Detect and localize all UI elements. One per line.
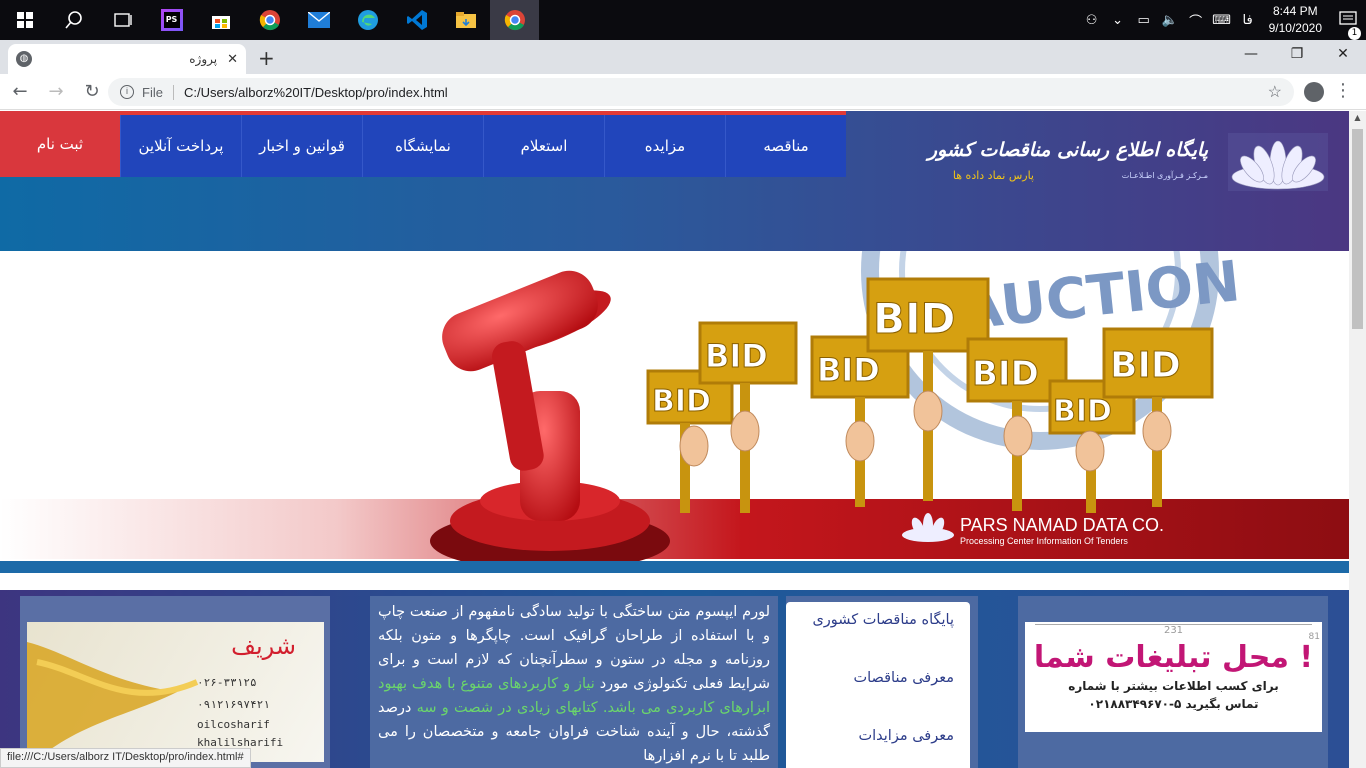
brand-title: پایگاه اطلاع رسانی مناقصات کشور: [927, 139, 1208, 161]
ad-card-right[interactable]: 231 81 محل تبلیغات شما ! برای کسب اطلاعا…: [1018, 596, 1328, 768]
tab-project[interactable]: ◍ پروژه ✕: [8, 44, 246, 74]
phpstorm-icon[interactable]: PS: [147, 0, 196, 40]
ad-space-banner[interactable]: 231 81 محل تبلیغات شما ! برای کسب اطلاعا…: [1025, 622, 1322, 732]
url-text: C:/Users/alborz%20IT/Desktop/pro/index.h…: [183, 84, 448, 100]
oil-ad[interactable]: شریف ۰۲۶-۳۳۱۲۵ ۰۹۱۲۱۶۹۷۴۲۱ oilcosharif k…: [27, 622, 324, 762]
bid-sign-2: BID: [705, 337, 768, 375]
site-brand[interactable]: پایگاه اطلاع رسانی مناقصات کشور مـرکـز ف…: [927, 133, 1330, 193]
keyboard-icon[interactable]: ⌨: [1210, 13, 1234, 28]
site-header: ثبت نام پرداخت آنلاین قوانین و اخبار نما…: [0, 111, 1349, 251]
scrollbar-thumb[interactable]: [1352, 129, 1363, 329]
notifications-icon[interactable]: 1: [1330, 10, 1366, 40]
nav-auction[interactable]: مزایده: [604, 115, 725, 177]
file-explorer-icon[interactable]: [441, 0, 490, 40]
ad-info-line: برای کسب اطلاعات بیشتر با شماره: [1068, 679, 1279, 693]
windows-taskbar: PS ⚇ ⌄ ▭ 🔈 ⌒ ⌨ فا 8:44 PM 9/10/2020 1: [0, 0, 1366, 40]
tab-title: پروژه: [189, 52, 218, 66]
edge-icon[interactable]: [343, 0, 392, 40]
ad-card-left[interactable]: شریف ۰۲۶-۳۳۱۲۵ ۰۹۱۲۱۶۹۷۴۲۱ oilcosharif k…: [20, 596, 330, 768]
bid-sign-4: BID: [873, 294, 956, 343]
ad-phone-2: ۰۹۱۲۱۶۹۷۴۲۱: [197, 698, 270, 711]
restore-button[interactable]: ❐: [1274, 40, 1320, 70]
chrome-active-icon[interactable]: [490, 0, 539, 40]
ad-brand-name: شریف: [231, 632, 296, 660]
company-caption: PARS NAMAD DATA CO. Processing Center In…: [960, 515, 1164, 546]
nav-online-payment[interactable]: پرداخت آنلاین: [120, 115, 241, 177]
profile-avatar[interactable]: [1304, 82, 1324, 102]
chrome-icon[interactable]: [245, 0, 294, 40]
ad-headline: محل تبلیغات شما !: [1033, 640, 1314, 675]
system-tray: ⚇ ⌄ ▭ 🔈 ⌒ ⌨ فا 8:44 PM 9/10/2020 1: [1079, 0, 1366, 40]
language-indicator[interactable]: فا: [1236, 13, 1260, 28]
scroll-up-icon[interactable]: ▲: [1349, 113, 1366, 122]
volume-icon[interactable]: 🔈: [1158, 13, 1182, 28]
search-icon[interactable]: [49, 0, 98, 40]
intro-text-box: لورم ایپسوم متن ساختگی با تولید سادگی نا…: [370, 596, 778, 768]
clock[interactable]: 8:44 PM 9/10/2020: [1261, 3, 1330, 37]
window-controls: — ❐ ✕: [1228, 40, 1366, 70]
url-scheme: File: [142, 84, 174, 100]
battery-icon[interactable]: ▭: [1132, 13, 1156, 28]
info-icon[interactable]: i: [120, 85, 134, 99]
mail-icon[interactable]: [294, 0, 343, 40]
ad-handle-1: oilcosharif: [197, 718, 270, 731]
intro-text-green-2: کتابهای زیادی در شصت و سه: [416, 700, 598, 716]
new-tab-button[interactable]: +: [258, 46, 275, 70]
reload-button[interactable]: ↻: [76, 81, 108, 102]
main-nav: پرداخت آنلاین قوانین و اخبار نمایشگاه اس…: [120, 111, 846, 177]
chevron-up-icon[interactable]: ⌄: [1106, 13, 1130, 28]
page-viewport: ثبت نام پرداخت آنلاین قوانین و اخبار نما…: [0, 111, 1349, 768]
close-window-button[interactable]: ✕: [1320, 40, 1366, 70]
ad-phone-1: ۰۲۶-۳۳۱۲۵: [197, 676, 257, 689]
bid-sign-1: BID: [652, 384, 711, 419]
back-button[interactable]: ←: [4, 81, 36, 102]
link-auctions-intro[interactable]: معرفی مزایدات: [786, 724, 970, 768]
vscode-icon[interactable]: [392, 0, 441, 40]
nav-inquiry[interactable]: استعلام: [483, 115, 604, 177]
clock-time: 8:44 PM: [1272, 4, 1318, 18]
browser-toolbar: ← → ↻ i File C:/Users/alborz%20IT/Deskto…: [0, 74, 1366, 110]
ad-phone: ۰۲۱۸۸۳۴۹۶۷۰-۵ تماس بگیرید: [1088, 697, 1259, 711]
link-national-tenders[interactable]: پایگاه مناقصات کشوری: [786, 608, 970, 666]
store-icon[interactable]: [196, 0, 245, 40]
site-logo: [1228, 133, 1328, 191]
company-name: PARS NAMAD DATA CO.: [960, 515, 1165, 535]
signup-button[interactable]: ثبت نام: [0, 111, 120, 177]
task-view-icon[interactable]: [98, 0, 147, 40]
content-section: شریف ۰۲۶-۳۳۱۲۵ ۰۹۱۲۱۶۹۷۴۲۱ oilcosharif k…: [0, 590, 1349, 768]
ad-dimension-height: 81: [1308, 632, 1320, 642]
browser-menu-icon[interactable]: ⋮: [1334, 80, 1352, 101]
forward-button[interactable]: →: [40, 81, 72, 102]
address-bar[interactable]: i File C:/Users/alborz%20IT/Desktop/pro/…: [108, 78, 1294, 106]
nav-exhibition[interactable]: نمایشگاه: [362, 115, 483, 177]
people-icon[interactable]: ⚇: [1080, 13, 1104, 28]
bid-sign-5: BID: [972, 354, 1039, 394]
tab-strip: ◍ پروژه ✕ + — ❐ ✕: [0, 40, 1366, 74]
svg-text:BID: BID: [1110, 345, 1181, 386]
ad-dimension-width: 231: [1035, 624, 1312, 636]
quick-links-box: پایگاه مناقصات کشوری معرفی مناقصات معرفی…: [786, 596, 978, 768]
hero-banner: AUCTION BID BID BID BID BID BID BID PARS…: [0, 251, 1349, 573]
company-tagline: Processing Center Information Of Tenders: [960, 536, 1128, 546]
wifi-icon[interactable]: ⌒: [1184, 11, 1208, 30]
nav-tender[interactable]: مناقصه: [725, 115, 846, 177]
brand-company: پارس نماد داده ها: [952, 169, 1034, 182]
page-scrollbar[interactable]: ▲: [1349, 111, 1366, 768]
minimize-button[interactable]: —: [1228, 40, 1274, 70]
brand-subtitle: مـرکـز فـرآوری اطـلاعـات: [1121, 171, 1208, 180]
link-tenders-intro[interactable]: معرفی مناقصات: [786, 666, 970, 724]
quick-links-list: پایگاه مناقصات کشوری معرفی مناقصات معرفی…: [786, 602, 970, 768]
close-tab-icon[interactable]: ✕: [227, 52, 238, 67]
globe-icon: ◍: [16, 51, 32, 67]
bookmark-star-icon[interactable]: ☆: [1268, 82, 1282, 102]
nav-laws-news[interactable]: قوانین و اخبار: [241, 115, 362, 177]
clock-date: 9/10/2020: [1268, 21, 1322, 35]
bid-sign-6: BID: [1053, 394, 1112, 429]
status-url: file:///C:/Users/alborz IT/Desktop/pro/i…: [0, 748, 251, 768]
bid-sign-3: BID: [817, 351, 880, 389]
notification-badge: 1: [1348, 26, 1361, 40]
windows-start-icon[interactable]: [0, 0, 49, 40]
